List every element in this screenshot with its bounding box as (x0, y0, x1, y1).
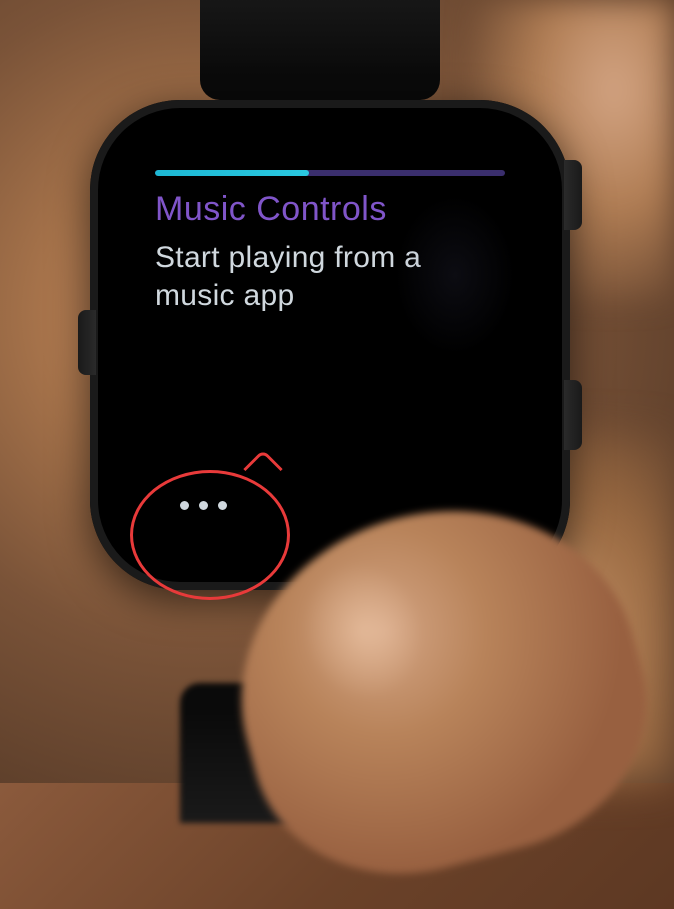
watch-band-top (200, 0, 440, 100)
progress-fill (155, 170, 309, 176)
side-button-lower[interactable] (564, 380, 582, 450)
watch-screen[interactable]: Music Controls Start playing from a musi… (125, 135, 535, 555)
side-button-upper[interactable] (564, 160, 582, 230)
screen-title: Music Controls (155, 190, 505, 229)
progress-bar (155, 170, 505, 176)
screen-body-text: Start playing from a music app (155, 239, 505, 314)
page-dot (199, 501, 208, 510)
page-dots-indicator[interactable] (180, 501, 227, 510)
side-button-left[interactable] (78, 310, 96, 375)
page-dot (218, 501, 227, 510)
page-dot (180, 501, 189, 510)
